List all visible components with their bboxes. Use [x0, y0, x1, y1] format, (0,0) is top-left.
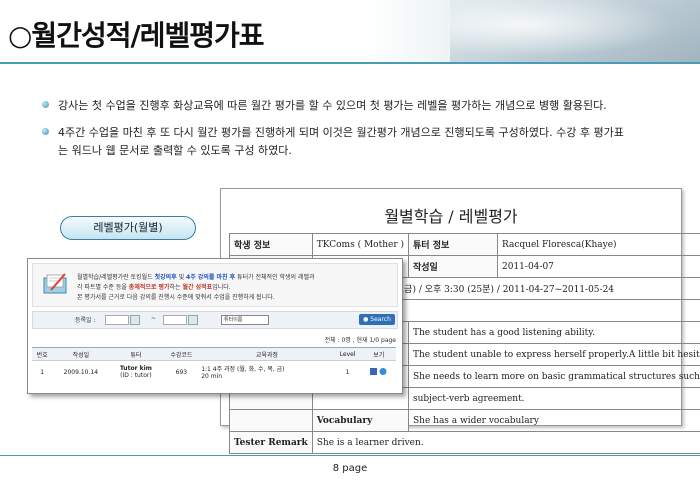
info-line-3: 본 평가서를 근거로 다음 강의를 진행시 수준에 맞춰서 수업을 진행하게 됩… — [77, 294, 275, 301]
column-header: 튜터 — [109, 347, 163, 361]
calendar-icon[interactable] — [130, 315, 140, 325]
column-header: 교육과정 — [200, 347, 334, 361]
range-separator: ~ — [151, 315, 157, 322]
row-view — [362, 361, 396, 384]
search-bar: 등록일 : ~ 튜터이름 ● Search — [32, 311, 398, 329]
column-header: 수강코드 — [162, 347, 201, 361]
date-label: 작성일 — [408, 255, 498, 278]
document-pencil-icon — [43, 273, 67, 294]
row-level: 1 — [345, 368, 350, 376]
slide-title: ○월간성적/레벨평가표 — [8, 19, 264, 52]
column-header: 보기 — [361, 347, 396, 361]
tutor-info-label: 튜터 정보 — [408, 233, 498, 256]
start-date-input[interactable] — [105, 315, 129, 325]
bullet-text-2-continued: 는 워드나 웹 문서로 출력할 수 있도록 구성 하였다. — [58, 144, 292, 157]
page-number: 8 page — [332, 463, 368, 474]
bullet-dot-icon — [42, 128, 49, 135]
banner-image — [450, 0, 700, 62]
date-filter-label: 등록일 : — [75, 317, 96, 324]
paging-info: 전체 : 0명 , 현재 1/0 page — [324, 337, 396, 344]
row-code: 693 — [175, 368, 188, 376]
row-date: 2009.10.14 — [63, 368, 99, 376]
web-view-icon[interactable] — [379, 367, 387, 375]
calendar-icon[interactable] — [188, 315, 198, 325]
tester-remark-label: Tester Remark — [229, 431, 313, 454]
comment-speaking: The student unable to express herself pr… — [407, 343, 700, 366]
tester-remark-value: She is a learner driven. — [311, 431, 700, 454]
search-button[interactable]: ● Search — [359, 314, 395, 325]
level-eval-monthly-label: 레벨평가(월별) — [60, 216, 196, 240]
column-header: Level — [333, 347, 362, 361]
bullet-text-1: 강사는 첫 수업을 진행후 화상교육에 따른 월간 평가를 할 수 있으며 첫 … — [58, 99, 607, 112]
bullet-text-2: 4주간 수업을 마친 후 또 다시 월간 평가를 진행하게 되며 이것은 월간평… — [58, 126, 624, 139]
evaluation-list-table: 번호 작성일 튜터 수강코드 교육과정 Level 보기 1 2009.10.1… — [32, 347, 396, 383]
footer-divider — [0, 455, 700, 456]
word-doc-icon[interactable] — [369, 367, 377, 375]
student-info-label: 학생 정보 — [229, 233, 313, 256]
student-info-value: TKComs ( Mother ) — [311, 233, 410, 256]
title-divider — [0, 62, 700, 64]
row-number: 1 — [40, 368, 45, 376]
info-line-1: 월별학습/레벨평가란 토킹월드 첫강의후 및 4주 강의를 마친 후 튜터가 전… — [77, 274, 315, 281]
form-title: 월별학습 / 레벨평가 — [384, 207, 518, 226]
date-value: 2011-04-07 — [496, 255, 700, 278]
comment-grammar-1: She needs to learn more on basic grammat… — [407, 365, 700, 388]
view-icons — [369, 367, 387, 375]
column-header: 번호 — [32, 347, 53, 361]
comment-listening: The student has a good listening ability… — [407, 321, 700, 344]
monthly-eval-list-screenshot: 월별학습/레벨평가란 토킹월드 첫강의후 및 4주 강의를 마친 후 튜터가 전… — [27, 258, 403, 394]
tutor-info-value: Racquel Floresca(Khaye) — [496, 233, 700, 256]
vocabulary-value: She has a wider vocabulary — [407, 409, 700, 432]
row-course: 1:1 4주 과정 (월, 화, 수, 목, 금) 20 min — [201, 366, 285, 380]
row-tutor: Tutor kim (ID : tutor) — [119, 365, 152, 379]
info-line-2: 각 파트별 수준 등을 총체적으로 평가하는 월간 성적표입니다. — [77, 284, 231, 291]
info-box: 월별학습/레벨평가란 토킹월드 첫강의후 및 4주 강의를 마친 후 튜터가 전… — [32, 263, 398, 307]
end-date-input[interactable] — [163, 315, 187, 325]
bullet-dot-icon — [42, 101, 49, 108]
table-row[interactable]: 1 2009.10.14 Tutor kim (ID : tutor) 693 1… — [32, 361, 396, 384]
tutor-filter-select[interactable]: 튜터이름 — [221, 315, 269, 325]
comment-grammar-2: subject-verb agreement. — [407, 387, 700, 410]
column-header: 작성일 — [52, 347, 110, 361]
vocabulary-label: Vocabulary — [311, 409, 410, 432]
